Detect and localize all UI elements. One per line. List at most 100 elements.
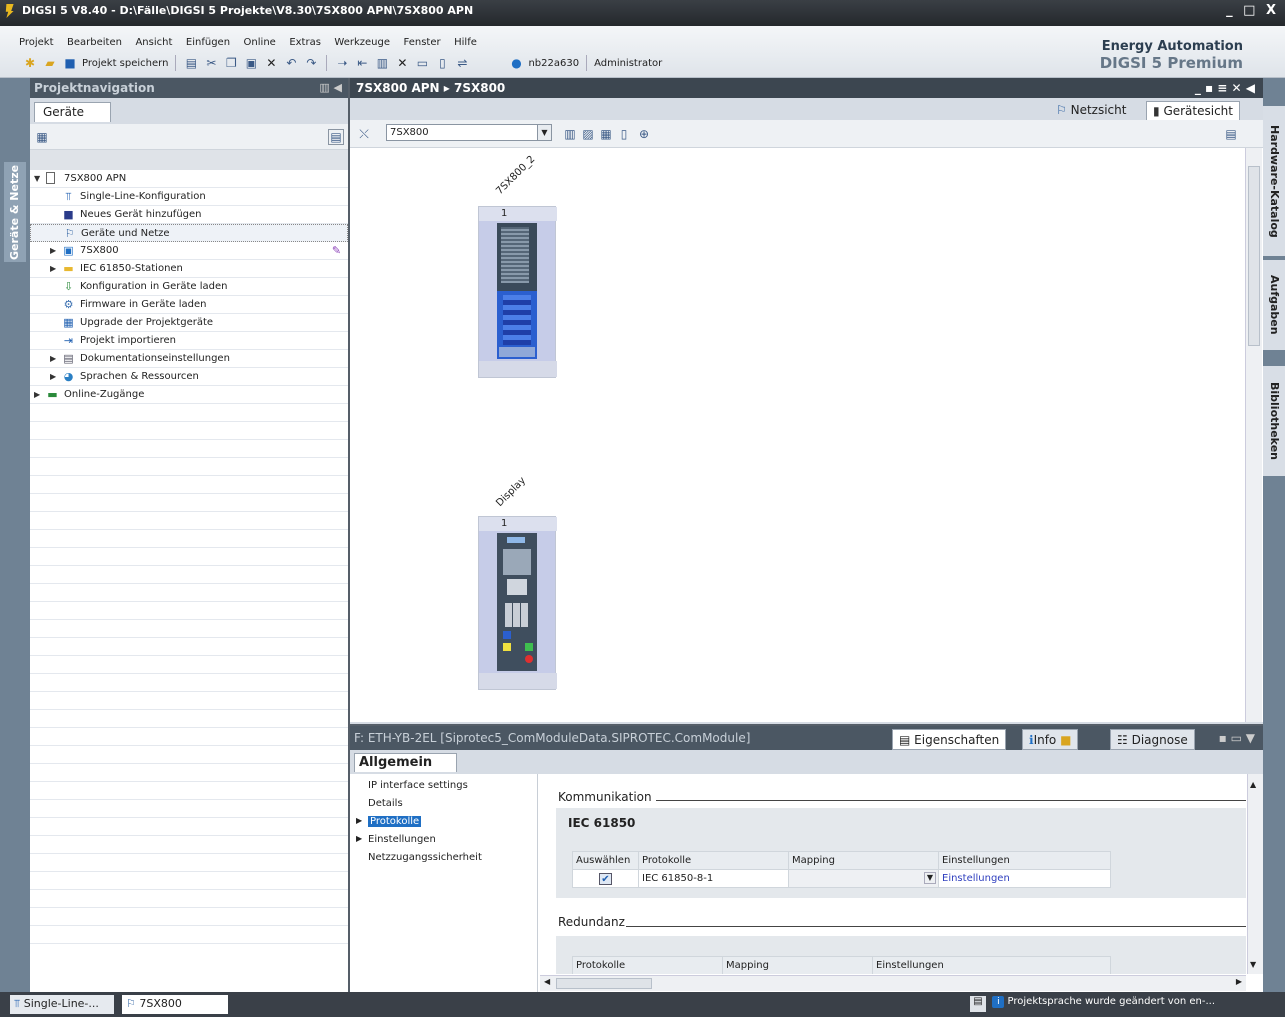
tab-libraries[interactable]: Bibliotheken <box>1263 366 1285 476</box>
split-vertical-icon[interactable]: ▯ <box>434 55 450 71</box>
tree-item-import[interactable]: ⇥ Projekt importieren <box>30 332 348 350</box>
expand-arrow-icon[interactable]: ▶ <box>356 834 362 843</box>
new-project-icon[interactable]: ✱ <box>22 55 38 71</box>
window-controls[interactable]: _ □ X <box>1226 0 1279 22</box>
menu-einfuegen[interactable]: Einfügen <box>181 34 235 52</box>
expand-arrow-icon[interactable]: ▶ <box>356 816 362 825</box>
expand-arrow-icon[interactable]: ▶ <box>50 260 56 278</box>
expand-arrow-icon[interactable]: ▶ <box>34 386 40 404</box>
tab-properties[interactable]: ▤ Eigenschaften <box>892 729 1007 750</box>
device-label-7sx800-2[interactable]: 7SX800_2 <box>494 154 537 197</box>
nav-network-security[interactable]: Netzzugangssicherheit <box>368 852 482 863</box>
expand-arrow-icon[interactable]: ▶ <box>50 242 56 260</box>
grid-icon[interactable]: ▦ <box>598 126 614 142</box>
device-selector[interactable]: 7SX800 ▼ <box>386 124 552 141</box>
menu-online[interactable]: Online <box>239 34 281 52</box>
close-online-icon[interactable]: ✕ <box>394 55 410 71</box>
inspector-scrollbar[interactable]: ▲ ▼ <box>1247 774 1263 974</box>
tab-device-view[interactable]: ▮ Gerätesicht <box>1146 101 1240 120</box>
status-panel-icon[interactable]: ▤ <box>970 996 986 1012</box>
device-display[interactable]: 1 <box>478 516 557 690</box>
open-project-icon[interactable]: ▰ <box>42 55 58 71</box>
save-project-button[interactable]: Projekt speichern <box>82 58 168 69</box>
go-offline-icon[interactable]: ⇤ <box>354 55 370 71</box>
device-canvas[interactable]: 7SX800_2 1 Display 1 <box>350 148 1245 722</box>
print-icon[interactable]: ▤ <box>183 55 199 71</box>
tab-network-view[interactable]: ⚐ Netzsicht <box>1050 101 1132 120</box>
nav-protocols[interactable]: Protokolle <box>368 816 422 827</box>
menu-extras[interactable]: Extras <box>284 34 326 52</box>
device-7sx800-2[interactable]: 1 <box>478 206 557 378</box>
scroll-up-icon[interactable]: ▲ <box>1250 780 1256 789</box>
mapping-cell[interactable]: ▼ <box>788 869 939 888</box>
menu-werkzeuge[interactable]: Werkzeuge <box>329 34 395 52</box>
redo-icon[interactable]: ↷ <box>303 55 319 71</box>
split-horizontal-icon[interactable]: ▭ <box>414 55 430 71</box>
hscroll-thumb[interactable] <box>556 978 652 989</box>
copy-icon[interactable]: ❐ <box>223 55 239 71</box>
tree-item-device-7sx800[interactable]: ▶ ▣ 7SX800 ✎ <box>30 242 348 260</box>
menu-hilfe[interactable]: Hilfe <box>449 34 482 52</box>
tab-geraete[interactable]: Geräte <box>34 102 112 122</box>
settings-link[interactable]: Einstellungen <box>938 869 1111 888</box>
chevron-down-icon[interactable]: ▼ <box>537 125 551 140</box>
device-module-7sx800[interactable] <box>497 223 537 359</box>
inspector-controls[interactable]: ▪ ▭ ▼ <box>1219 726 1255 750</box>
view-icon-1[interactable]: ▥ <box>562 126 578 142</box>
tree-item-devices-networks[interactable]: ⚐ Geräte und Netze <box>30 224 348 242</box>
task-7sx800[interactable]: ⚐ 7SX800 <box>122 995 228 1014</box>
go-online-icon[interactable]: ➝ <box>334 55 350 71</box>
menu-ansicht[interactable]: Ansicht <box>130 34 177 52</box>
editor-window-controls[interactable]: _ ▪ ≡ ✕ ◀ <box>1195 78 1255 98</box>
menu-bearbeiten[interactable]: Bearbeiten <box>62 34 127 52</box>
compare-icon[interactable]: ⇌ <box>454 55 470 71</box>
save-icon[interactable]: ■ <box>62 55 78 71</box>
scroll-left-icon[interactable]: ◀ <box>544 977 550 986</box>
inspector-hscrollbar[interactable]: ◀ ▶ <box>540 975 1246 991</box>
task-single-line[interactable]: ⫪ Single-Line-... <box>10 995 114 1014</box>
page-icon[interactable]: ▯ <box>616 126 632 142</box>
tab-info[interactable]: ℹInfo ■ <box>1022 729 1079 750</box>
nav-details[interactable]: Details <box>368 798 403 809</box>
load-icon[interactable]: ▥ <box>374 55 390 71</box>
expand-arrow-icon[interactable]: ▶ <box>50 368 56 386</box>
tree-item-languages[interactable]: ▶ ◕ Sprachen & Ressourcen <box>30 368 348 386</box>
tree-item-firmware[interactable]: ⚙ Firmware in Geräte laden <box>30 296 348 314</box>
canvas-scrollbar[interactable] <box>1245 148 1262 722</box>
expand-arrow-icon[interactable]: ▼ <box>34 170 40 188</box>
nav-table-icon[interactable]: ▦ <box>34 129 50 145</box>
scroll-right-icon[interactable]: ▶ <box>1236 977 1242 986</box>
scrollbar-thumb[interactable] <box>1248 166 1260 346</box>
tree-item-online-access[interactable]: ▶ ▬ Online-Zugänge <box>30 386 348 404</box>
collapse-panel-icon[interactable]: ▥ ◀ <box>319 78 342 98</box>
paste-icon[interactable]: ▣ <box>243 55 259 71</box>
zoom-icon[interactable]: ⊕ <box>636 126 652 142</box>
tree-item-single-line[interactable]: ⫪ Single-Line-Konfiguration <box>30 188 348 206</box>
nav-settings[interactable]: Einstellungen <box>368 834 436 845</box>
cut-icon[interactable]: ✂ <box>203 55 219 71</box>
table-row[interactable]: ✔ IEC 61850-8-1 ▼ Einstellungen <box>572 869 1111 888</box>
menu-projekt[interactable]: Projekt <box>14 34 59 52</box>
tab-allgemein[interactable]: Allgemein <box>354 753 458 772</box>
tab-hardware-catalog[interactable]: Hardware-Katalog <box>1263 106 1285 256</box>
delete-icon[interactable]: ✕ <box>263 55 279 71</box>
panel-toggle-icon[interactable]: ▤ <box>1223 126 1239 142</box>
tree-item-upgrade[interactable]: ▦ Upgrade der Projektgeräte <box>30 314 348 332</box>
tab-diagnose[interactable]: ☷ Diagnose <box>1110 729 1195 750</box>
tab-geraete-netze[interactable]: Geräte & Netze <box>4 162 26 262</box>
tab-tasks[interactable]: Aufgaben <box>1263 260 1285 350</box>
scroll-down-icon[interactable]: ▼ <box>1250 960 1256 969</box>
nav-detail-view-icon[interactable]: ▤ <box>328 129 344 145</box>
device-pointer-icon[interactable]: ⤬ <box>356 126 372 142</box>
tree-item-project[interactable]: ▼ 7SX800 APN <box>30 170 348 188</box>
device-label-display[interactable]: Display <box>494 475 528 509</box>
view-icon-2[interactable]: ▨ <box>580 126 596 142</box>
undo-icon[interactable]: ↶ <box>283 55 299 71</box>
menu-fenster[interactable]: Fenster <box>399 34 446 52</box>
expand-arrow-icon[interactable]: ▶ <box>50 350 56 368</box>
tree-item-load-config[interactable]: ⇩ Konfiguration in Geräte laden <box>30 278 348 296</box>
tree-item-docs[interactable]: ▶ ▤ Dokumentationseinstellungen <box>30 350 348 368</box>
tree-item-iec-stations[interactable]: ▶ ▬ IEC 61850-Stationen <box>30 260 348 278</box>
display-panel[interactable] <box>497 533 537 671</box>
tree-item-add-device[interactable]: ■ Neues Gerät hinzufügen <box>30 206 348 224</box>
